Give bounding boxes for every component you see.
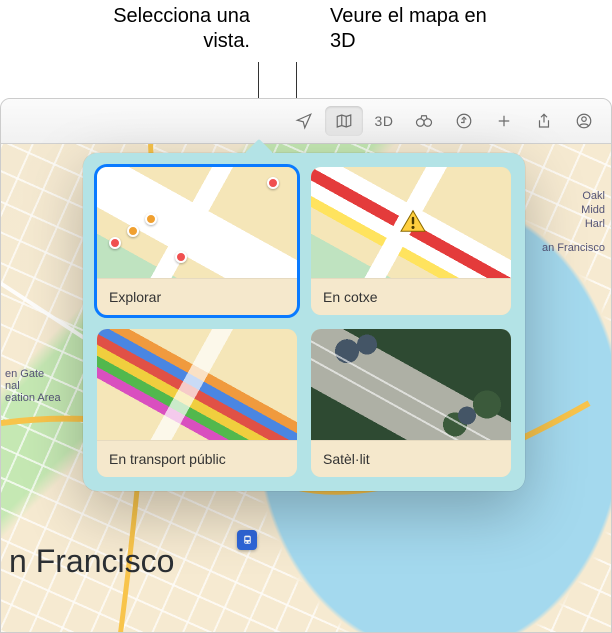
view-option-drive[interactable]: En cotxe [311,167,511,315]
poi-dot-icon [267,177,279,189]
callout-view-3d: Veure el mapa en 3D [330,4,500,54]
view-option-label: Explorar [97,278,297,315]
poi-dot-icon [145,213,157,225]
map-view-popover: Explorar En cotxe En transport públic Sa… [83,153,525,491]
binoculars-icon [415,112,433,130]
share-icon [535,112,553,130]
window-toolbar: 3D [1,99,611,144]
view-thumb-drive [311,167,511,278]
view-option-label: En transport públic [97,440,297,477]
view-thumb-transit [97,329,297,440]
maps-window: 3D en Gate nal eation Area Oakl Midd Har… [0,98,612,633]
view-thumb-satellite [311,329,511,440]
directions-arrow-icon [455,112,473,130]
map-label-sf: an Francisco [542,242,605,254]
poi-dot-icon [127,225,139,237]
view-thumb-explore [97,167,297,278]
map-label-harbor: Harl [585,218,605,230]
view-option-transit[interactable]: En transport públic [97,329,297,477]
traffic-warning-icon [399,209,427,233]
train-icon [241,534,254,547]
poi-dot-icon [175,251,187,263]
directions-button[interactable] [445,106,483,136]
location-button[interactable] [285,106,323,136]
view-option-label: En cotxe [311,278,511,315]
plus-icon [495,112,513,130]
transit-station-marker[interactable] [237,530,257,550]
person-circle-icon [575,112,593,130]
view-option-satellite[interactable]: Satèl·lit [311,329,511,477]
city-name-label: n Francisco [9,543,174,580]
annotation-callouts: Selecciona una vista. Veure el mapa en 3… [0,0,612,98]
map-label-golden-gate: en Gate nal eation Area [5,368,61,404]
share-button[interactable] [525,106,563,136]
location-arrow-icon [295,112,313,130]
view-option-explore[interactable]: Explorar [97,167,297,315]
map-label-middle: Midd [581,204,605,216]
look-around-button[interactable] [405,106,443,136]
map-mode-button[interactable] [325,106,363,136]
poi-dot-icon [109,237,121,249]
view-option-label: Satèl·lit [311,440,511,477]
three-d-label: 3D [375,113,394,129]
callout-select-view: Selecciona una vista. [70,4,250,54]
three-d-button[interactable]: 3D [365,106,403,136]
map-label-oakland: Oakl [582,190,605,202]
account-button[interactable] [565,106,603,136]
map-icon [335,112,353,130]
add-button[interactable] [485,106,523,136]
